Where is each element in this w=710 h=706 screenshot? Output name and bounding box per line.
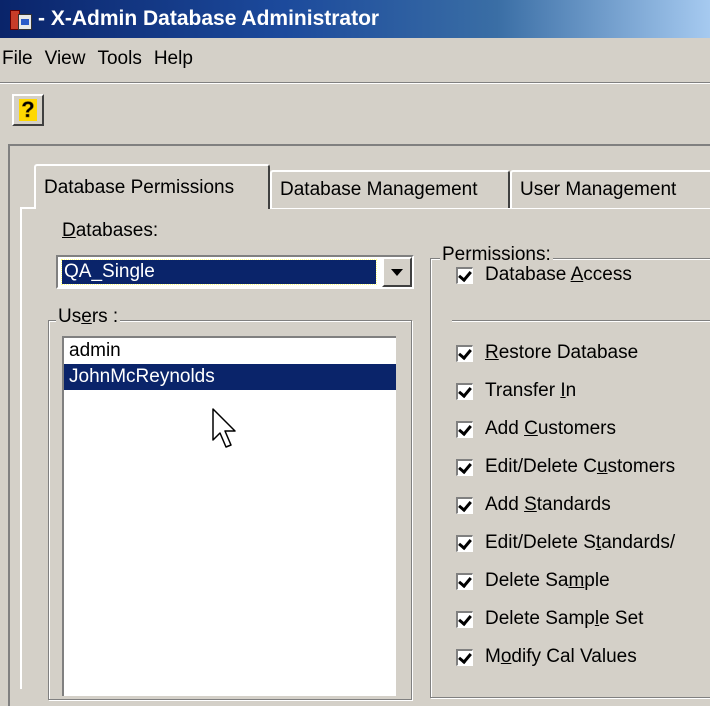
databases-combobox[interactable]: QA_Single (56, 255, 414, 289)
permissions-separator (452, 320, 710, 322)
tab-label: Database Permissions (44, 176, 235, 198)
menu-file[interactable]: File (2, 48, 45, 70)
checkbox-label: Add Standards (485, 494, 611, 515)
menu-view[interactable]: View (45, 48, 98, 70)
window-title: - X-Admin Database Administrator (38, 7, 380, 30)
help-button[interactable]: ? (12, 94, 44, 126)
checkbox-checked[interactable] (456, 420, 473, 438)
chevron-down-icon (391, 268, 403, 276)
menu-tools[interactable]: Tools (97, 48, 153, 70)
toolbar-separator (0, 82, 710, 84)
tab-user-management[interactable]: User Management (510, 170, 710, 208)
checkbox-label: Modify Cal Values (485, 646, 637, 667)
checkbox-delete-sample-set[interactable]: Delete Sample Set (456, 604, 643, 634)
checkbox-label: Database Access (485, 264, 632, 285)
checkbox-label: Add Customers (485, 418, 616, 439)
mouse-cursor-icon (212, 408, 236, 448)
checkbox-checked[interactable] (456, 572, 473, 590)
checkbox-checked[interactable] (456, 610, 473, 628)
tab-database-permissions[interactable]: Database Permissions (34, 164, 270, 209)
checkbox-add-standards[interactable]: Add Standards (456, 490, 611, 520)
checkbox-checked[interactable] (456, 534, 473, 552)
databases-selected-value: QA_Single (61, 259, 377, 285)
checkbox-label: Edit/Delete Standards/ (485, 532, 676, 553)
checkbox-checked[interactable] (456, 382, 473, 400)
checkbox-add-customers[interactable]: Add Customers (456, 414, 616, 444)
menu-bar: File View Tools Help (0, 44, 205, 74)
checkbox-label: Transfer In (485, 380, 577, 401)
checkbox-checked[interactable] (456, 266, 473, 284)
checkbox-transfer-in[interactable]: Transfer In (456, 376, 576, 406)
databases-label: Databases: (62, 220, 159, 241)
checkbox-modify-cal-values[interactable]: Modify Cal Values (456, 642, 637, 672)
help-icon: ? (19, 97, 37, 122)
tab-database-management[interactable]: Database Management (270, 170, 510, 208)
users-caption: Users : (56, 306, 121, 328)
checkbox-label: Delete Sample Set (485, 608, 644, 629)
list-item[interactable]: admin (64, 338, 396, 364)
checkbox-checked[interactable] (456, 458, 473, 476)
checkbox-checked[interactable] (456, 344, 473, 362)
tab-label: Database Management (280, 179, 478, 200)
checkbox-checked[interactable] (456, 496, 473, 514)
list-item-selected[interactable]: JohnMcReynolds (64, 364, 396, 390)
checkbox-edit-delete-customers[interactable]: Edit/Delete Customers (456, 452, 675, 482)
checkbox-edit-delete-standards[interactable]: Edit/Delete Standards/ (456, 528, 675, 558)
app-icon[interactable] (10, 8, 32, 30)
checkbox-database-access[interactable]: Database Access (456, 260, 632, 290)
checkbox-label: Delete Sample (485, 570, 610, 591)
checkbox-delete-sample[interactable]: Delete Sample (456, 566, 610, 596)
title-bar[interactable]: - X-Admin Database Administrator (0, 0, 710, 38)
users-listbox[interactable]: admin JohnMcReynolds (62, 336, 396, 696)
checkbox-checked[interactable] (456, 648, 473, 666)
menu-help[interactable]: Help (154, 48, 205, 70)
checkbox-label: Edit/Delete Customers (485, 456, 676, 477)
checkbox-label: Restore Database (485, 342, 639, 363)
combobox-dropdown-button[interactable] (382, 257, 412, 287)
tab-label: User Management (520, 179, 677, 200)
checkbox-restore-database[interactable]: Restore Database (456, 338, 638, 368)
